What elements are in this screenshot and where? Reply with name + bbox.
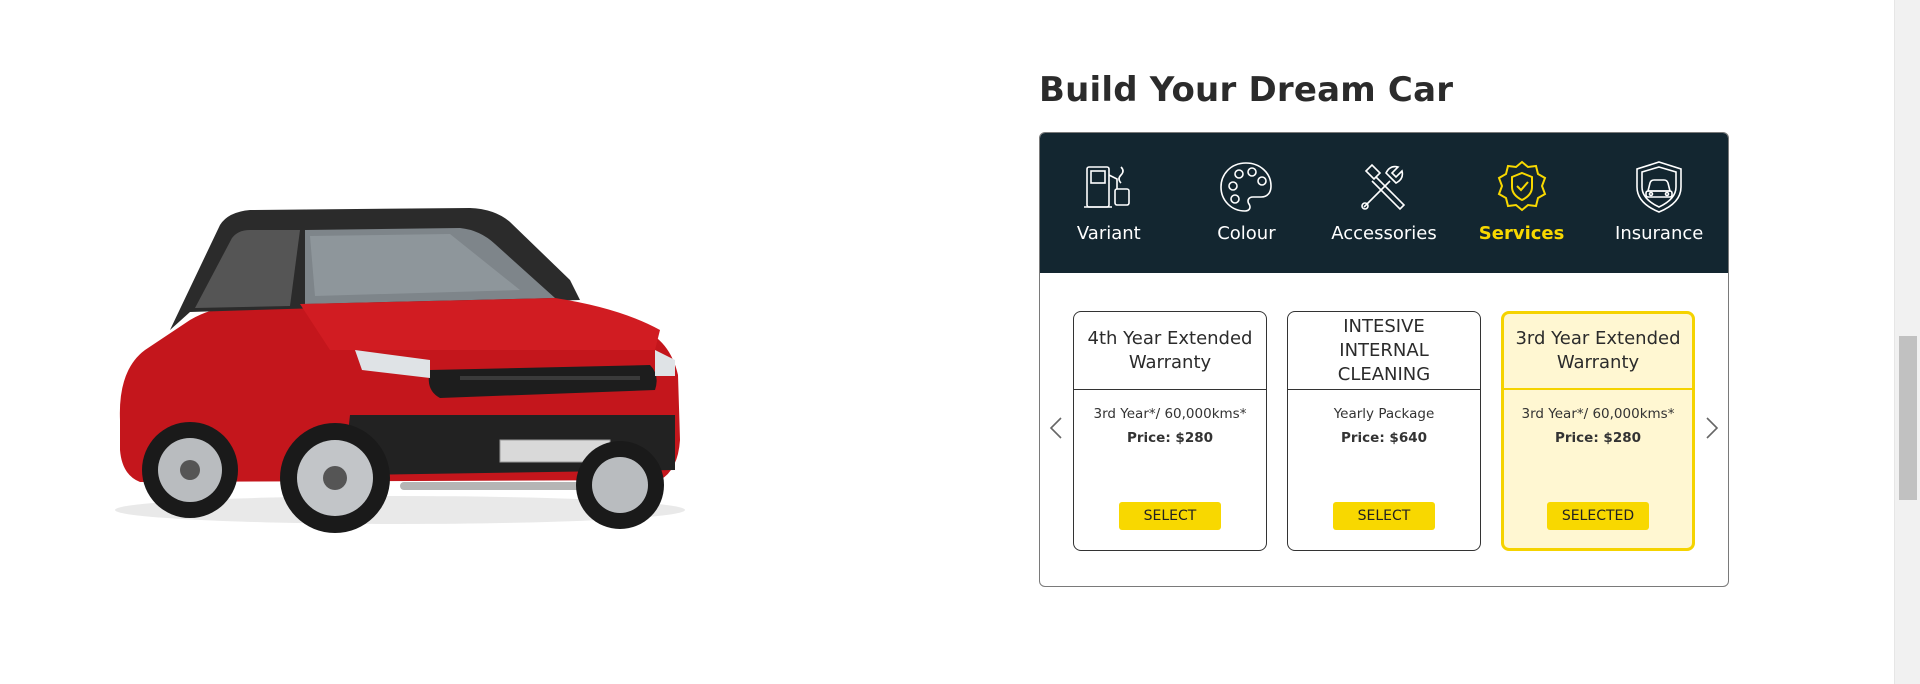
- tab-colour[interactable]: Colour: [1178, 133, 1316, 273]
- card-subtitle: Yearly Package: [1333, 406, 1435, 422]
- card-subtitle: 3rd Year*/ 60,000kms*: [1521, 406, 1675, 422]
- card-body: 3rd Year*/ 60,000kms* Price: $280: [1074, 390, 1266, 446]
- builder-section: Build Your Dream Car Variant Colour Acce…: [1039, 70, 1729, 587]
- card-body: 3rd Year*/ 60,000kms* Price: $280: [1504, 390, 1692, 446]
- chevron-right-icon: [1706, 417, 1719, 439]
- builder-nav: Variant Colour Accessories Services Insu…: [1040, 133, 1728, 273]
- tools-icon: [1361, 163, 1406, 211]
- card-price: Price: $280: [1554, 430, 1641, 446]
- palette-icon: [1220, 162, 1273, 212]
- tab-accessories[interactable]: Accessories: [1315, 133, 1453, 273]
- carousel-prev-button[interactable]: [1046, 413, 1066, 443]
- select-button[interactable]: SELECT: [1119, 502, 1221, 530]
- card-title: 4th Year Extended Warranty: [1074, 312, 1266, 390]
- tab-label: Services: [1478, 223, 1565, 244]
- card-body: Yearly Package Price: $640: [1288, 390, 1480, 446]
- card-title: INTESIVE INTERNAL CLEANING: [1288, 312, 1480, 390]
- service-card: 4th Year Extended Warranty 3rd Year*/ 60…: [1073, 311, 1267, 551]
- page-title: Build Your Dream Car: [1039, 70, 1454, 110]
- tab-label: Variant: [1076, 223, 1141, 244]
- tab-label: Colour: [1217, 223, 1276, 244]
- builder-panel: Variant Colour Accessories Services Insu…: [1039, 132, 1729, 587]
- select-button[interactable]: SELECT: [1333, 502, 1435, 530]
- carousel-next-button[interactable]: [1702, 413, 1722, 443]
- tab-variant[interactable]: Variant: [1040, 133, 1178, 273]
- chevron-left-icon: [1049, 417, 1062, 439]
- selected-button[interactable]: SELECTED: [1547, 502, 1649, 530]
- tab-insurance[interactable]: Insurance: [1590, 133, 1728, 273]
- card-price: Price: $640: [1340, 430, 1427, 446]
- shield-car-icon: [1636, 161, 1682, 213]
- fuel-pump-icon: [1083, 166, 1130, 208]
- card-price: Price: $280: [1126, 430, 1213, 446]
- scrollbar-thumb[interactable]: [1899, 336, 1917, 500]
- page-scrollbar[interactable]: [1894, 0, 1920, 684]
- page: Build Your Dream Car Variant Colour Acce…: [0, 0, 1920, 684]
- service-carousel: 4th Year Extended Warranty 3rd Year*/ 60…: [1040, 273, 1728, 586]
- tab-label: Accessories: [1331, 223, 1437, 244]
- tab-label: Insurance: [1615, 223, 1704, 244]
- service-card-selected: 3rd Year Extended Warranty 3rd Year*/ 60…: [1501, 311, 1695, 551]
- card-subtitle: 3rd Year*/ 60,000kms*: [1093, 406, 1247, 422]
- service-card: INTESIVE INTERNAL CLEANING Yearly Packag…: [1287, 311, 1481, 551]
- badge-check-icon: [1497, 160, 1546, 212]
- card-title: 3rd Year Extended Warranty: [1504, 314, 1692, 390]
- car-image: [100, 200, 700, 540]
- tab-services[interactable]: Services: [1453, 133, 1591, 273]
